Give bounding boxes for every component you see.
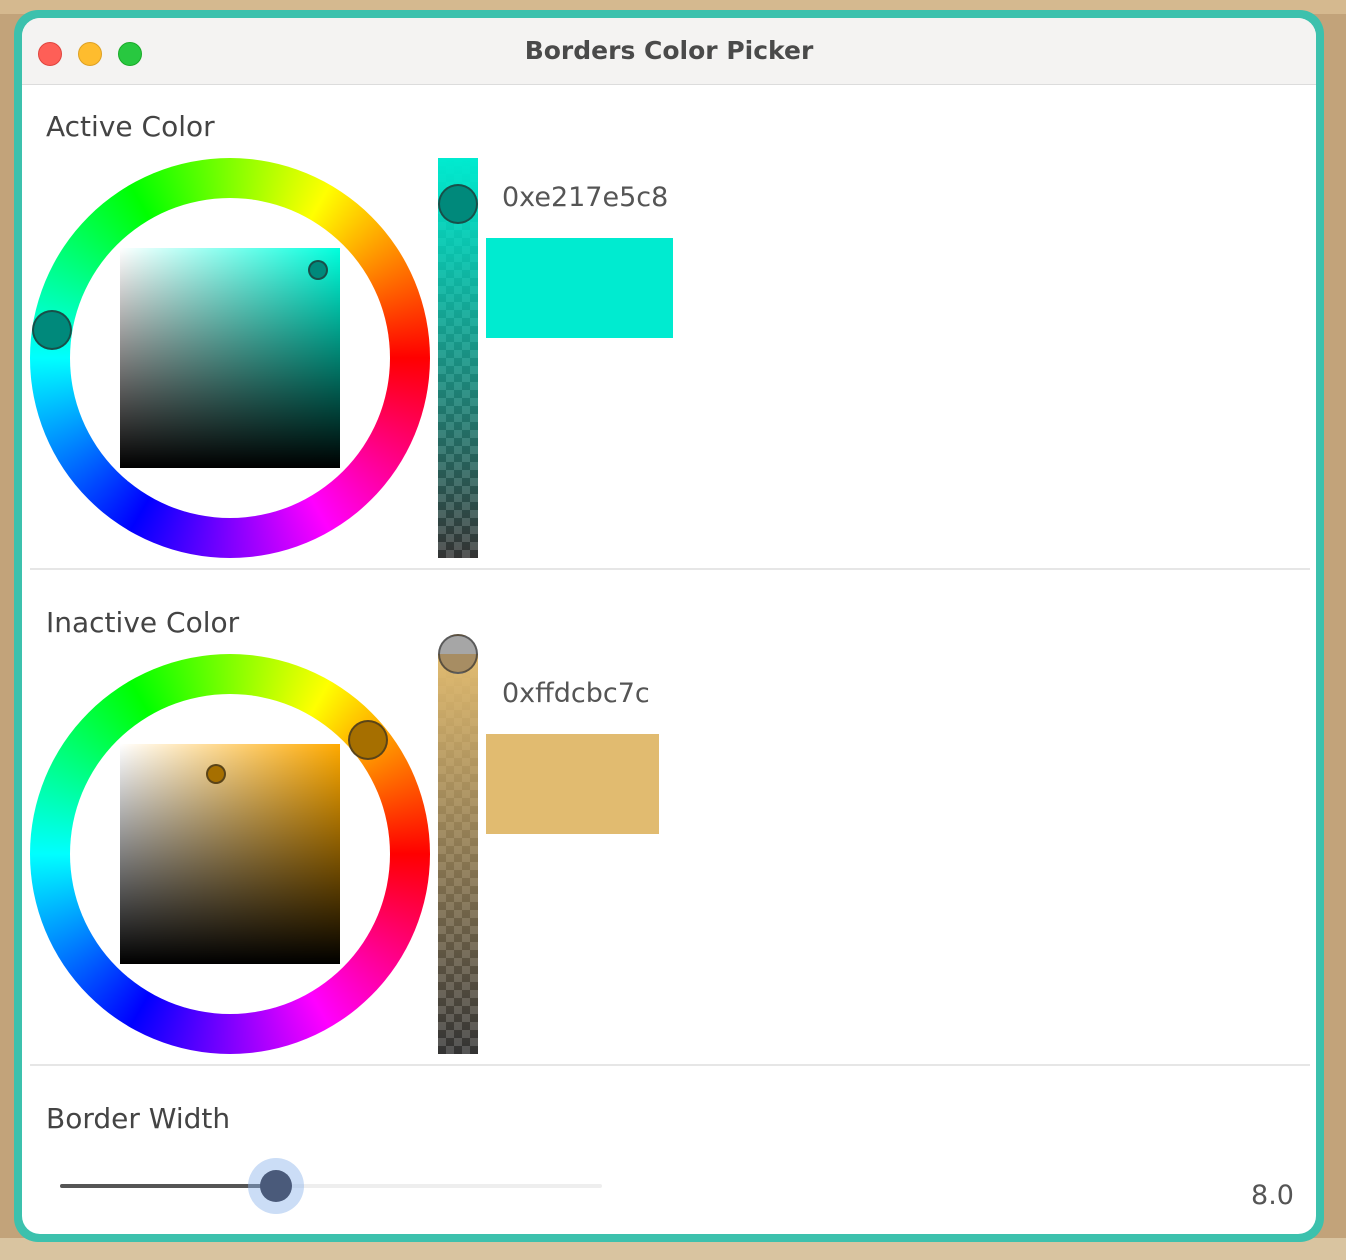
section-divider [30,1064,1310,1066]
inactive-alpha-handle[interactable] [438,634,478,674]
active-color-swatch [486,238,673,338]
active-sv-handle[interactable] [308,260,328,280]
active-color-label: Active Color [46,110,215,143]
active-saturation-brightness-square[interactable] [120,248,340,468]
border-width-slider-thumb[interactable] [260,1170,292,1202]
window-content: Borders Color Picker Active Color 0xe217… [22,18,1316,1234]
window-title: Borders Color Picker [524,36,814,65]
inactive-alpha-gradient [438,654,478,1054]
inactive-saturation-brightness-square[interactable] [120,744,340,964]
active-sv-black-gradient [120,248,340,468]
color-picker-window: Borders Color Picker Active Color 0xe217… [14,10,1324,1242]
inactive-color-swatch [486,734,659,834]
inactive-color-label: Inactive Color [46,606,240,639]
border-width-slider-fill [60,1184,276,1188]
active-hex-value: 0xe217e5c8 [502,182,669,213]
inactive-hex-value: 0xffdcbc7c [502,678,650,709]
active-hue-handle[interactable] [32,310,72,350]
inactive-sv-black-gradient [120,744,340,964]
inactive-hue-handle[interactable] [348,720,388,760]
border-width-label: Border Width [46,1102,231,1135]
inactive-alpha-slider[interactable] [438,654,478,1054]
title-bar[interactable]: Borders Color Picker [22,18,1316,85]
active-alpha-handle[interactable] [438,184,478,224]
section-divider [30,568,1310,570]
inactive-sv-handle[interactable] [206,764,226,784]
border-width-value: 8.0 [1251,1180,1294,1211]
